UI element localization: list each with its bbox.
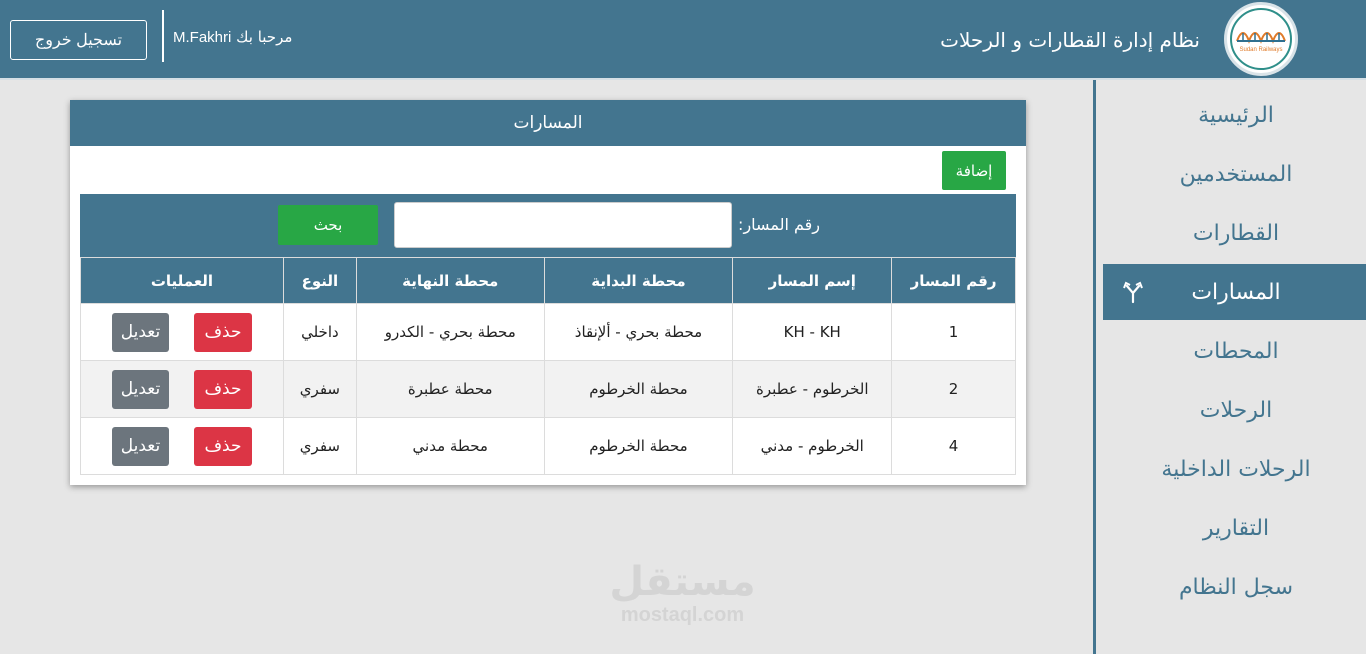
- welcome-text: مرحبا بك: [236, 28, 293, 46]
- col-header-type[interactable]: النوع: [282, 257, 357, 304]
- row-actions: حذف تعديل: [81, 369, 283, 409]
- edit-button[interactable]: تعديل: [111, 369, 169, 409]
- cell-route-number: 2: [891, 360, 1016, 418]
- route-split-icon: [1123, 281, 1143, 304]
- sidebar-item-label: المحطات: [1193, 338, 1279, 364]
- cell-start-station: محطة الخرطوم: [543, 417, 734, 475]
- sidebar-item-system-log[interactable]: سجل النظام: [1103, 559, 1366, 615]
- add-route-button[interactable]: إضافة: [942, 151, 1006, 190]
- search-bar: رقم المسار: بحث: [80, 194, 1016, 257]
- edit-button[interactable]: تعديل: [111, 426, 169, 466]
- logout-button[interactable]: تسجيل خروج: [10, 20, 147, 60]
- username: M.Fakhri: [173, 29, 232, 46]
- cell-end-station: محطة مدني: [355, 417, 545, 475]
- sidebar-item-reports[interactable]: التقارير: [1103, 500, 1366, 556]
- top-header: Sudan Railways نظام إدارة القطارات و الر…: [0, 0, 1366, 80]
- edit-button[interactable]: تعديل: [111, 312, 169, 352]
- sidebar-item-label: المسارات: [1191, 279, 1281, 305]
- cell-operations: حذف تعديل: [80, 417, 284, 475]
- table-row: 1 KH - KH محطة بحري - ألإنقاذ محطة بحري …: [80, 303, 1016, 361]
- cell-type: سفري: [282, 417, 357, 475]
- table-row: 4 الخرطوم - مدني محطة الخرطوم محطة مدني …: [80, 417, 1016, 475]
- cell-end-station: محطة بحري - الكدرو: [355, 303, 545, 361]
- sudan-railways-logo: Sudan Railways: [1224, 2, 1298, 76]
- col-header-start-station[interactable]: محطة البداية: [543, 257, 734, 304]
- welcome-message: M.Fakhri مرحبا بك: [173, 28, 292, 46]
- sidebar-item-label: التقارير: [1202, 515, 1270, 541]
- watermark-arabic: مستقل: [609, 559, 756, 605]
- app-title: نظام إدارة القطارات و الرحلات: [940, 28, 1200, 52]
- sidebar-item-stations[interactable]: المحطات: [1103, 323, 1366, 379]
- delete-button[interactable]: حذف: [193, 369, 252, 409]
- cell-route-name: KH - KH: [732, 303, 893, 361]
- cell-end-station: محطة عطبرة: [355, 360, 545, 418]
- row-actions: حذف تعديل: [81, 426, 283, 466]
- sidebar-item-trains[interactable]: القطارات: [1103, 205, 1366, 261]
- watermark-latin: mostaql.com: [620, 604, 745, 626]
- col-header-route-name[interactable]: إسم المسار: [732, 257, 893, 304]
- routes-panel: المسارات إضافة رقم المسار: بحث رقم المسا…: [70, 100, 1026, 485]
- logo-icon: Sudan Railways: [1230, 8, 1292, 70]
- table-row: 2 الخرطوم - عطبرة محطة الخرطوم محطة عطبر…: [80, 360, 1016, 418]
- col-header-route-number[interactable]: رقم المسار: [891, 257, 1016, 304]
- cell-type: سفري: [282, 360, 357, 418]
- sidebar-item-users[interactable]: المستخدمين: [1103, 146, 1366, 202]
- logo-text: Sudan Railways: [1239, 47, 1282, 53]
- sidebar-item-trips[interactable]: الرحلات: [1103, 382, 1366, 438]
- cell-start-station: محطة بحري - ألإنقاذ: [543, 303, 734, 361]
- routes-table: رقم المسار إسم المسار محطة البداية محطة …: [80, 257, 1016, 475]
- delete-button[interactable]: حذف: [193, 312, 252, 352]
- cell-operations: حذف تعديل: [80, 303, 284, 361]
- cell-route-name: الخرطوم - عطبرة: [732, 360, 893, 418]
- col-header-end-station[interactable]: محطة النهاية: [355, 257, 545, 304]
- cell-start-station: محطة الخرطوم: [543, 360, 734, 418]
- sidebar-item-internal-trips[interactable]: الرحلات الداخلية: [1103, 441, 1366, 497]
- sidebar-item-label: القطارات: [1192, 220, 1280, 246]
- mostaql-watermark: مستقل mostaql.com: [595, 560, 770, 627]
- cell-route-name: الخرطوم - مدني: [732, 417, 893, 475]
- sidebar-item-home[interactable]: الرئيسية: [1103, 87, 1366, 143]
- sidebar-item-label: الرئيسية: [1198, 102, 1274, 128]
- cell-operations: حذف تعديل: [80, 360, 284, 418]
- cell-type: داخلي: [282, 303, 357, 361]
- sidebar: الرئيسية المستخدمين القطارات المسارات ال…: [1093, 80, 1366, 654]
- search-button[interactable]: بحث: [278, 205, 378, 245]
- header-divider: [162, 10, 164, 62]
- panel-title: المسارات: [70, 100, 1026, 146]
- sidebar-item-label: الرحلات الداخلية: [1161, 456, 1311, 482]
- route-number-search-input[interactable]: [394, 202, 732, 248]
- row-actions: حذف تعديل: [81, 312, 283, 352]
- sidebar-item-routes[interactable]: المسارات: [1103, 264, 1366, 320]
- delete-button[interactable]: حذف: [193, 426, 252, 466]
- search-label: رقم المسار:: [738, 215, 820, 234]
- sidebar-item-label: سجل النظام: [1178, 574, 1294, 600]
- col-header-operations: العمليات: [80, 257, 284, 304]
- cell-route-number: 1: [891, 303, 1016, 361]
- sidebar-item-label: الرحلات: [1199, 397, 1273, 423]
- table-header-row: رقم المسار إسم المسار محطة البداية محطة …: [80, 257, 1016, 304]
- sidebar-item-label: المستخدمين: [1179, 161, 1293, 187]
- cell-route-number: 4: [891, 417, 1016, 475]
